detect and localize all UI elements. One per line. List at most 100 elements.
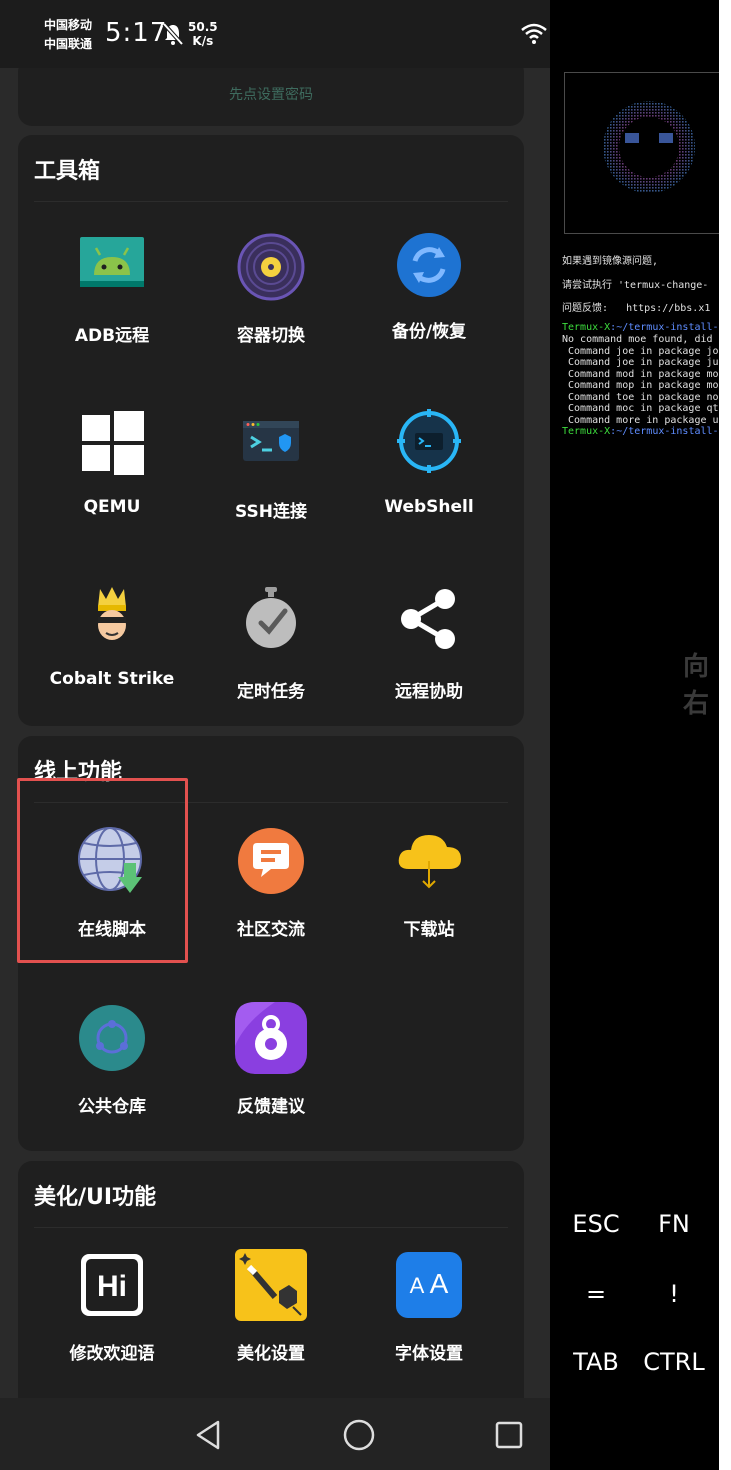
font-icon: A A [396,1252,462,1318]
tool-label: 社区交流 [237,920,305,940]
edit-welcome[interactable]: Hi 修改欢迎语 [33,1249,191,1398]
terminal-prompt: Termux-X:~/termux-install- [562,322,719,333]
wifi-icon [521,23,547,44]
key-fn[interactable]: FN [632,1210,716,1238]
sync-icon [397,233,461,297]
section-title-beautify: 美化/UI功能 [34,1185,157,1210]
community[interactable]: 社区交流 [192,825,350,995]
share-icon [401,589,455,649]
feedback[interactable]: 反馈建议 [192,1002,350,1172]
globe-download-icon [78,827,142,893]
tool-label: QEMU [83,497,141,517]
font-settings[interactable]: A A 字体设置 [350,1249,508,1398]
divider [34,201,508,202]
tool-label: WebShell [384,497,474,517]
mute-bell-icon [162,22,184,46]
android-monitor-icon [80,237,144,287]
terminal-output: Command joe in package jo [562,345,719,357]
tool-backup-restore[interactable]: 备份/恢复 [350,231,508,401]
home-icon[interactable] [342,1418,376,1452]
tool-label: SSH连接 [235,502,307,522]
feedback-lock-icon [235,1002,307,1074]
stopwatch-icon [246,587,296,648]
tool-remote-assist[interactable]: 远程协助 [350,583,508,753]
terminal-output: No command moe found, did [562,334,713,345]
divider [34,1227,508,1228]
terminal-output: Command toe in package no [562,391,719,403]
password-hint: 先点设置密码 [229,87,313,103]
clock: 5:17 [105,18,168,48]
hi-icon: Hi [81,1254,143,1316]
key-esc[interactable]: ESC [554,1210,638,1238]
download-site[interactable]: 下载站 [350,825,508,995]
extra-keys: ESC FN = ! TAB CTRL [550,1190,719,1390]
main-panel[interactable]: 先点设置密码 工具箱 ADB远程 容器切换 备份/恢复 QEMU SSH连接 W… [0,68,550,1398]
tool-label: 美化设置 [237,1344,305,1364]
tool-label: 反馈建议 [237,1097,305,1117]
terminal-output: Command more in package u [562,414,719,426]
beautify-card: 美化/UI功能 Hi 修改欢迎语 美化设置 A A 字体设置 [18,1161,524,1398]
key-ctrl[interactable]: CTRL [632,1348,716,1376]
key-tab[interactable]: TAB [554,1348,638,1376]
terminal-line: 问题反馈: https://bbs.x1 [562,303,711,314]
speed-value: 50.5 [188,20,218,34]
network-speed: 50.5 K/s [188,20,218,48]
prompt-user: Termux-X [562,426,611,437]
prompt-path: :~/termux-install- [610,322,719,333]
cloud-download-icon [398,835,461,889]
speed-unit: K/s [192,34,214,48]
prompt-path: :~/termux-install- [610,426,719,437]
crowned-face-icon [98,587,126,640]
carrier-1: 中国移动 [44,18,93,32]
key-exclaim[interactable]: ! [632,1280,716,1308]
terminal-output: Command mod in package mo [562,368,719,380]
tool-label: 在线脚本 [78,920,146,940]
carrier-2: 中国联通 [44,37,93,51]
divider [34,802,508,803]
ascii-banner [564,72,731,234]
tool-label: 公共仓库 [78,1097,146,1117]
svg-text:A: A [430,1268,449,1299]
svg-text:Hi: Hi [97,1270,127,1303]
beautify-settings[interactable]: 美化设置 [192,1249,350,1398]
terminal-line: 请尝试执行 'termux-change- [562,280,709,291]
tool-label: 容器切换 [237,326,305,346]
recents-icon[interactable] [492,1418,526,1452]
public-repository[interactable]: 公共仓库 [33,1002,191,1172]
ascii-logo-icon [603,101,695,193]
svg-text:A: A [410,1273,425,1298]
magic-wand-icon [235,1249,307,1321]
windows-icon [82,411,144,475]
screen-edge [719,0,731,1470]
terminal-icon [243,421,299,461]
tool-container-switch[interactable]: 容器切换 [192,231,350,401]
tool-webshell[interactable]: WebShell [350,407,508,577]
tool-label: 字体设置 [395,1344,463,1364]
tool-label: 定时任务 [237,682,305,702]
tool-adb-remote[interactable]: ADB远程 [33,231,191,401]
carrier-info: 中国移动 中国联通 [44,16,92,54]
disc-icon [237,233,305,301]
terminal-line: 如果遇到镜像源问题, [562,256,659,267]
key-equals[interactable]: = [554,1280,638,1308]
web-shell-icon [397,409,461,473]
tool-ssh[interactable]: SSH连接 [192,407,350,577]
prompt-user: Termux-X [562,322,611,333]
tool-label: 修改欢迎语 [69,1344,155,1364]
back-icon[interactable] [192,1418,226,1452]
password-card[interactable]: 先点设置密码 [18,68,524,126]
section-title-toolbox: 工具箱 [34,159,101,184]
terminal-prompt: Termux-X:~/termux-install- [562,426,719,437]
section-title-online: 线上功能 [34,760,123,785]
tool-scheduled-tasks[interactable]: 定时任务 [192,583,350,753]
tool-label: 远程协助 [395,682,463,702]
terminal-output: Command moc in package qt [562,403,719,414]
online-scripts[interactable]: 在线脚本 [33,825,191,995]
toolbox-card: 工具箱 ADB远程 容器切换 备份/恢复 QEMU SSH连接 WebShell… [18,135,524,726]
chat-bubble-icon [238,828,304,894]
online-card: 线上功能 在线脚本 社区交流 下载站 公共仓库 反馈建议 [18,736,524,1151]
tool-label: 下载站 [403,920,455,940]
tool-qemu[interactable]: QEMU [33,407,191,577]
tool-cobalt-strike[interactable]: Cobalt Strike [33,583,191,753]
tool-label: 备份/恢复 [391,322,467,342]
